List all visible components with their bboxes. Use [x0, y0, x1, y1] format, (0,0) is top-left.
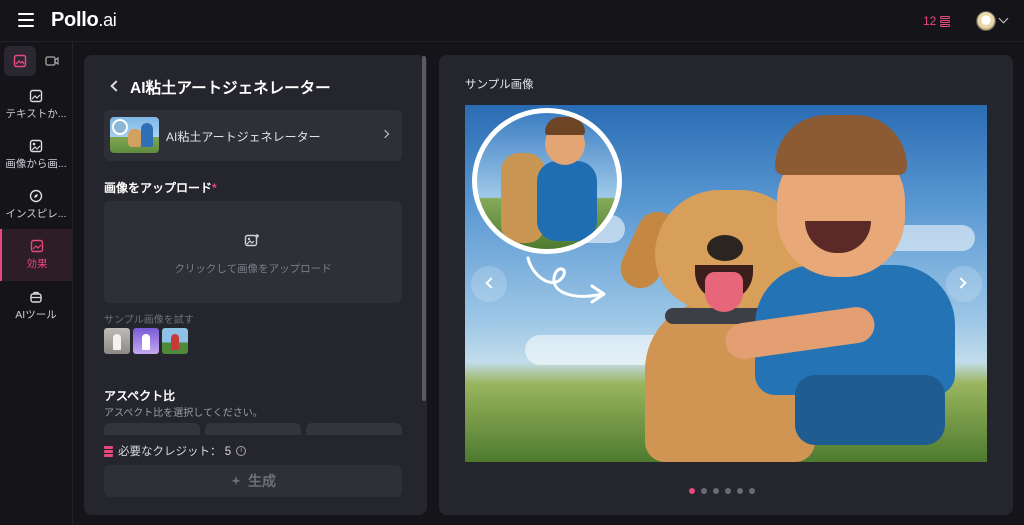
- image-dropzone[interactable]: [104, 201, 402, 303]
- carousel-dot[interactable]: [725, 488, 731, 494]
- sidebar-item-ai-tools[interactable]: AIツール: [0, 284, 72, 330]
- carousel-dots: [689, 488, 755, 494]
- upload-hint: クリックして画像をアップロード: [174, 263, 332, 275]
- avatar[interactable]: [976, 11, 996, 31]
- generate-button[interactable]: 生成: [104, 465, 402, 497]
- page-title: AI粘土アートジェネレーター: [130, 80, 331, 97]
- aspect-option-3[interactable]: [306, 423, 402, 435]
- mode-toggle: [4, 46, 68, 76]
- video-mode-button[interactable]: [36, 46, 68, 76]
- sidebar-divider: [72, 42, 73, 525]
- sidebar-item-effects[interactable]: 効果: [0, 229, 72, 281]
- carousel-next-button[interactable]: [946, 266, 982, 302]
- sidebar-item-image-to-image[interactable]: 画像から画...: [0, 133, 72, 179]
- credits-required-text: 必要なクレジット： 5: [118, 446, 232, 458]
- panel-scrollbar[interactable]: [422, 56, 426, 401]
- upload-label: 画像をアップロード*: [104, 181, 217, 195]
- sidebar-item-label: AIツール: [15, 309, 57, 321]
- coins-icon: [104, 446, 113, 457]
- compass-icon: [29, 189, 43, 203]
- top-bar: Pollo.ai 12: [0, 0, 1024, 42]
- sidebar-item-label: テキストか...: [5, 108, 67, 120]
- chevron-down-icon[interactable]: [998, 13, 1009, 24]
- video-icon: [45, 56, 59, 66]
- menu-icon[interactable]: [18, 13, 34, 27]
- carousel-dot[interactable]: [713, 488, 719, 494]
- logo[interactable]: Pollo.ai: [51, 9, 117, 32]
- sample-image-3[interactable]: [162, 328, 188, 354]
- chevron-left-icon: [485, 277, 497, 289]
- tool-name: AI粘土アートジェネレーター: [166, 130, 321, 144]
- sidebar-item-text-to-image[interactable]: テキストか...: [0, 83, 72, 129]
- credits-badge[interactable]: 12: [923, 14, 951, 28]
- curly-arrow-icon: [526, 256, 606, 304]
- sparkle-icon: [231, 476, 241, 486]
- sidebar-item-inspiration[interactable]: インスピレ...: [0, 183, 72, 229]
- aspect-option-1[interactable]: [104, 423, 200, 435]
- coins-icon: [940, 15, 951, 27]
- sidebar-item-label: 効果: [26, 258, 48, 270]
- carousel-dot[interactable]: [749, 488, 755, 494]
- aspect-ratio-subtitle: アスペクト比を選択してください。: [104, 408, 263, 419]
- image-upload-icon: [244, 234, 259, 247]
- sample-image-2[interactable]: [133, 328, 159, 354]
- aspect-option-2[interactable]: [205, 423, 301, 435]
- carousel-dot[interactable]: [737, 488, 743, 494]
- toolbox-icon: [30, 291, 42, 303]
- images-icon: [29, 139, 43, 153]
- effects-icon: [30, 239, 44, 253]
- image-icon: [13, 54, 27, 68]
- sidebar: テキストか... 画像から画... インスピレ... 効果 AIツール: [0, 42, 72, 525]
- credits-count: 12: [923, 14, 937, 28]
- image-mode-button[interactable]: [4, 46, 36, 76]
- original-photo-inset: [472, 108, 622, 254]
- generate-label: 生成: [248, 473, 276, 489]
- image-spark-icon: [29, 89, 43, 103]
- preview-title: サンプル画像: [465, 79, 534, 91]
- chevron-right-icon: [955, 277, 967, 289]
- carousel-dot[interactable]: [689, 488, 695, 494]
- carousel-prev-button[interactable]: [471, 266, 507, 302]
- tool-thumbnail: [110, 117, 159, 153]
- sidebar-item-label: 画像から画...: [5, 158, 67, 170]
- sidebar-item-label: インスピレ...: [5, 208, 67, 220]
- aspect-ratio-title: アスペクト比: [104, 389, 176, 403]
- sample-images-label: サンプル画像を試す: [104, 315, 194, 326]
- info-icon[interactable]: i: [236, 446, 247, 456]
- credits-required: 必要なクレジット： 5 i: [104, 443, 247, 459]
- sample-image-1[interactable]: [104, 328, 130, 354]
- carousel-dot[interactable]: [701, 488, 707, 494]
